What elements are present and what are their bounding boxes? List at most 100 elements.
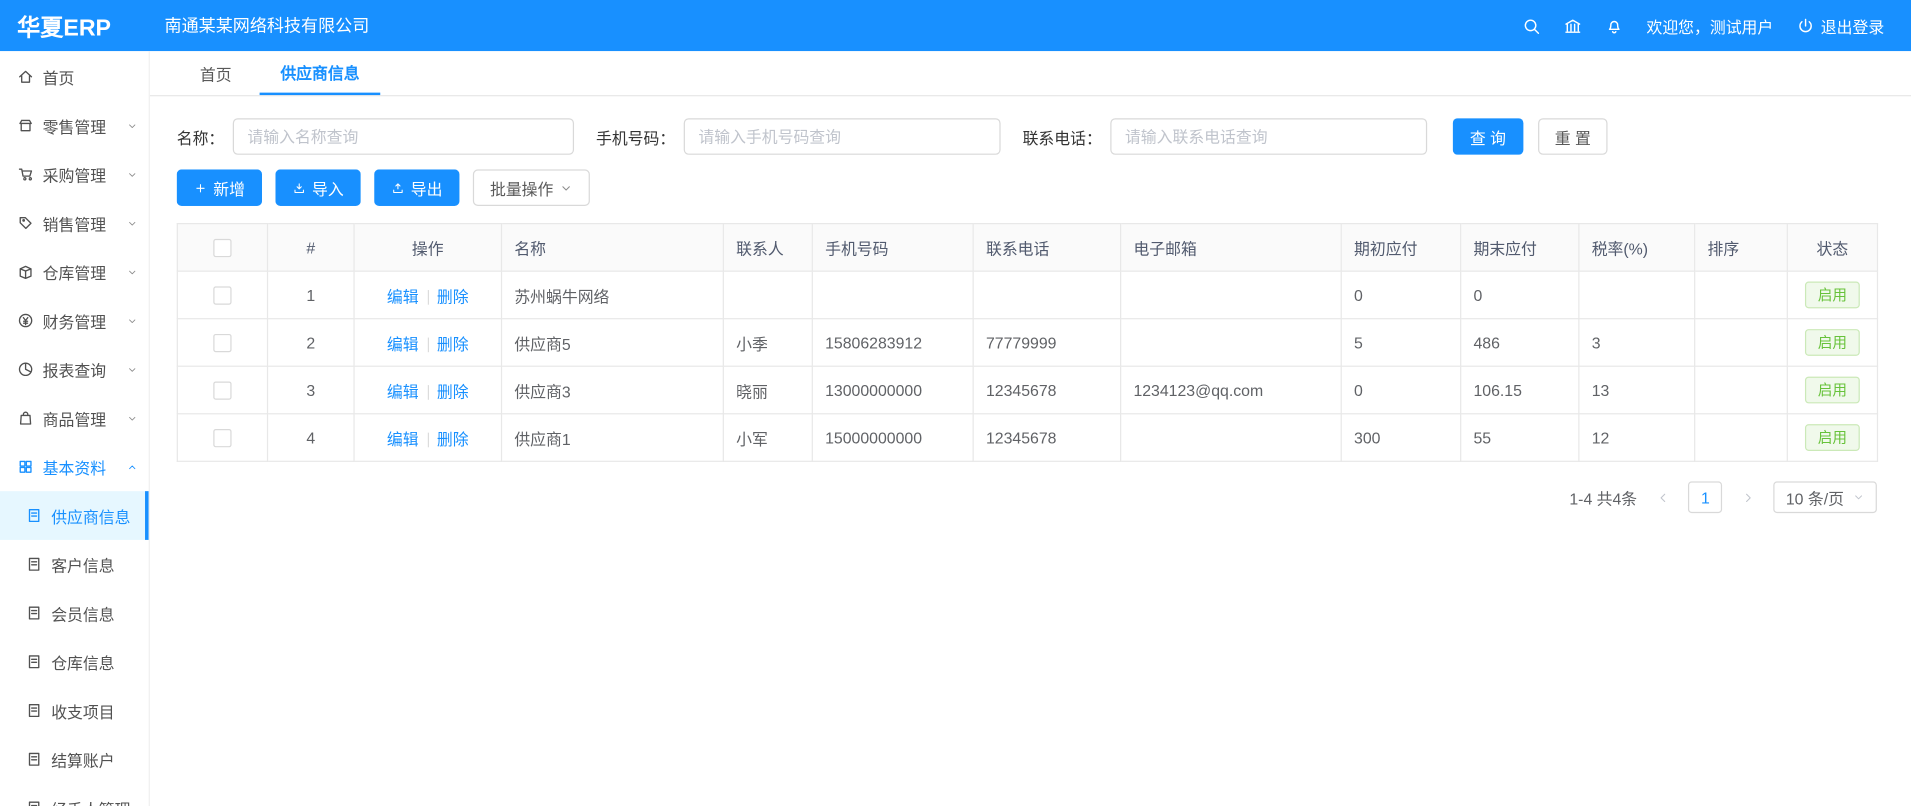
row-sort (1695, 271, 1788, 319)
sidebar-item-8[interactable]: 基本资料 (0, 442, 149, 491)
row-index: 2 (268, 319, 355, 367)
op-divider (427, 385, 428, 400)
col-header-10: 排序 (1695, 224, 1788, 272)
search-icon[interactable] (1522, 16, 1540, 34)
page-size-value: 10 条/页 (1786, 486, 1844, 509)
col-header-7: 期初应付 (1341, 224, 1460, 272)
row-end-payable: 486 (1461, 319, 1579, 367)
sidebar-subitem-5[interactable]: 结算账户 (0, 735, 149, 784)
bell-icon[interactable] (1605, 16, 1623, 34)
col-header-6: 电子邮箱 (1121, 224, 1342, 272)
row-contact: 小季 (723, 319, 812, 367)
edit-link[interactable]: 编辑 (387, 430, 419, 448)
row-tax-rate: 13 (1579, 366, 1695, 414)
row-phone: 13000000000 (812, 366, 973, 414)
basic-icon (17, 458, 34, 475)
row-tax-rate (1579, 271, 1695, 319)
row-checkbox[interactable] (213, 429, 231, 447)
sidebar-item-0[interactable]: 首页 (0, 52, 149, 101)
sidebar-subitem-4[interactable]: 收支项目 (0, 686, 149, 735)
tab-1[interactable]: 供应商信息 (260, 51, 381, 95)
doc-icon (26, 653, 43, 670)
row-end-payable: 55 (1461, 414, 1579, 462)
doc-icon (26, 702, 43, 719)
finance-icon (17, 312, 34, 329)
chevron-down-icon (1853, 491, 1865, 503)
select-all-checkbox[interactable] (213, 239, 231, 257)
import-button[interactable]: 导入 (275, 169, 360, 206)
sidebar-subitem-label: 会员信息 (51, 601, 114, 624)
reset-button[interactable]: 重 置 (1538, 118, 1608, 155)
row-checkbox[interactable] (213, 382, 231, 400)
search-button[interactable]: 查 询 (1453, 118, 1523, 155)
sidebar-subitem-6[interactable]: 经手人管理 (0, 784, 149, 806)
phone-filter-input[interactable] (684, 118, 1001, 155)
sidebar-subitem-1[interactable]: 客户信息 (0, 540, 149, 589)
sidebar-subitem-label: 收支项目 (51, 699, 114, 722)
app-logo: 华夏ERP (0, 9, 150, 42)
name-filter-input[interactable] (233, 118, 574, 155)
row-phone: 15000000000 (812, 414, 973, 462)
row-checkbox[interactable] (213, 334, 231, 352)
delete-link[interactable]: 删除 (437, 430, 469, 448)
sidebar-item-5[interactable]: 财务管理 (0, 296, 149, 345)
col-header-1: 操作 (354, 224, 501, 272)
edit-link[interactable]: 编辑 (387, 335, 419, 353)
batch-actions-dropdown[interactable]: 批量操作 (473, 169, 590, 206)
export-button[interactable]: 导出 (374, 169, 459, 206)
row-contact (723, 271, 812, 319)
user-menu[interactable]: 欢迎您，测试用户 (1646, 14, 1773, 37)
sidebar-item-6[interactable]: 报表查询 (0, 345, 149, 394)
sidebar-item-2[interactable]: 采购管理 (0, 150, 149, 199)
prev-page-button[interactable] (1649, 481, 1676, 513)
page-size-select[interactable]: 10 条/页 (1774, 481, 1877, 513)
import-icon (293, 181, 306, 194)
toolbar: 新增 导入 导出 批量操作 (177, 169, 1911, 206)
sidebar-item-3[interactable]: 销售管理 (0, 199, 149, 248)
chevron-down-icon (127, 413, 138, 424)
row-end-payable: 0 (1461, 271, 1579, 319)
row-telephone (973, 271, 1120, 319)
sidebar-subitem-2[interactable]: 会员信息 (0, 589, 149, 638)
edit-link[interactable]: 编辑 (387, 382, 419, 400)
logout-icon (1796, 16, 1814, 34)
sidebar-item-1[interactable]: 零售管理 (0, 101, 149, 150)
row-telephone: 12345678 (973, 366, 1120, 414)
company-name: 南通某某网络科技有限公司 (165, 13, 370, 37)
chevron-up-icon (127, 461, 138, 472)
status-badge: 启用 (1806, 329, 1860, 356)
edit-link[interactable]: 编辑 (387, 287, 419, 305)
chevron-down-icon (127, 120, 138, 131)
col-header-2: 名称 (502, 224, 724, 272)
col-header-9: 税率(%) (1579, 224, 1695, 272)
sidebar-item-4[interactable]: 仓库管理 (0, 247, 149, 296)
sidebar-subitem-label: 供应商信息 (51, 504, 130, 527)
status-badge: 启用 (1806, 282, 1860, 309)
col-header-8: 期末应付 (1461, 224, 1579, 272)
page-number-button[interactable]: 1 (1688, 481, 1722, 513)
status-badge: 启用 (1806, 424, 1860, 451)
goods-icon (17, 410, 34, 427)
name-filter-label: 名称： (177, 125, 225, 148)
tel-filter-input[interactable] (1110, 118, 1427, 155)
chevron-down-icon (559, 181, 572, 194)
chevron-down-icon (127, 364, 138, 375)
sidebar-subitem-3[interactable]: 仓库信息 (0, 637, 149, 686)
sidebar-item-7[interactable]: 商品管理 (0, 394, 149, 443)
chevron-down-icon (127, 315, 138, 326)
col-header-5: 联系电话 (973, 224, 1120, 272)
add-button[interactable]: 新增 (177, 169, 262, 206)
next-page-button[interactable] (1735, 481, 1762, 513)
tab-0[interactable]: 首页 (179, 51, 252, 95)
delete-link[interactable]: 删除 (437, 287, 469, 305)
status-badge: 启用 (1806, 377, 1860, 404)
delete-link[interactable]: 删除 (437, 382, 469, 400)
logout-button[interactable]: 退出登录 (1796, 14, 1884, 37)
sidebar-subitem-0[interactable]: 供应商信息 (0, 491, 149, 540)
bank-icon[interactable] (1564, 16, 1582, 34)
col-header-11: 状态 (1787, 224, 1877, 272)
main-area: 首页供应商信息 名称： 手机号码： 联系电话： 查 询 重 置 (150, 51, 1911, 806)
delete-link[interactable]: 删除 (437, 335, 469, 353)
table-row: 4编辑删除供应商1小军15000000000123456783005512启用 (177, 414, 1877, 462)
row-checkbox[interactable] (213, 286, 231, 304)
